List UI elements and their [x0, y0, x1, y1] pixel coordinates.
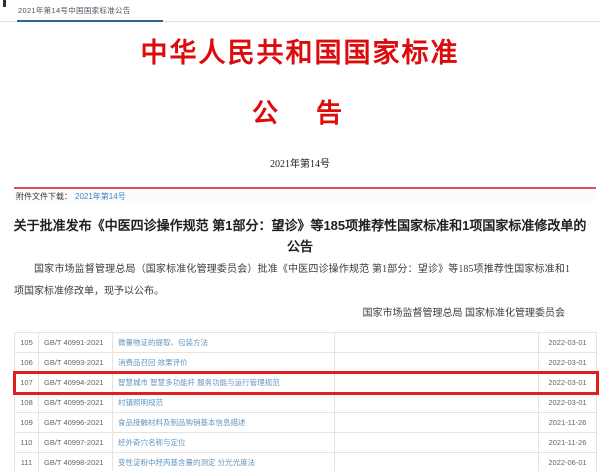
row-number-cell: 110	[15, 433, 39, 453]
implementation-date-cell: 2022-03-01	[539, 393, 597, 413]
standard-name-link[interactable]: 变性淀粉中羟丙基含量的测定 分光光度法	[113, 453, 335, 471]
standard-name-link[interactable]: 智慧城市 智慧多功能杆 服务功能与运行管理规范	[113, 373, 335, 393]
table-row: 109GB/T 40996-2021食品接触材料及制品购销基本信息描述 2021-…	[15, 413, 597, 433]
standard-code-cell: GB/T 40996-2021	[39, 413, 113, 433]
implementation-date-cell: 2022-03-01	[539, 333, 597, 353]
standard-name-link[interactable]: 村镇照明规范	[113, 393, 335, 413]
row-number-cell: 107	[15, 373, 39, 393]
standard-code-cell: GB/T 40995-2021	[39, 393, 113, 413]
implementation-date-cell: 2022-03-01	[539, 373, 597, 393]
replaced-standard-cell	[335, 413, 539, 433]
table-row: 111GB/T 40998-2021变性淀粉中羟丙基含量的测定 分光光度法 202…	[15, 453, 597, 471]
tab-active-underline	[17, 20, 163, 22]
replaced-standard-cell	[335, 373, 539, 393]
doc-number: 2021年第14号	[0, 155, 600, 170]
implementation-date-cell: 2022-03-01	[539, 353, 597, 373]
standard-name-link[interactable]: 消费品召回 效果评价	[113, 353, 335, 373]
doc-title-line2: 公 告	[0, 93, 600, 130]
table-row: 108GB/T 40995-2021村镇照明规范 2022-03-01	[15, 393, 597, 413]
replaced-standard-cell	[335, 333, 539, 353]
replaced-standard-cell	[335, 453, 539, 471]
attachment-label: 附件文件下载：	[16, 192, 72, 201]
notice-heading: 关于批准发布《中医四诊操作规范 第1部分：望诊》等185项推荐性国家标准和1项国…	[12, 216, 588, 258]
table-row: 106GB/T 40993-2021消费品召回 效果评价 2022-03-01	[15, 353, 597, 373]
standards-table-body: 105GB/T 40991-2021微量物证的提取、包装方法 2022-03-01…	[15, 333, 597, 471]
notice-body-paragraph: 国家市场监督管理总局（国家标准化管理委员会）批准《中医四诊操作规范 第1部分：望…	[14, 259, 570, 303]
attachment-download-link[interactable]: 2021年第14号	[75, 192, 126, 201]
corner-mark	[3, 0, 6, 7]
standard-code-cell: GB/T 40998-2021	[39, 453, 113, 471]
issuer-signature: 国家市场监督管理总局 国家标准化管理委员会	[363, 304, 566, 319]
standard-name-link[interactable]: 经外奇穴名称与定位	[113, 433, 335, 453]
attachment-bar: 附件文件下载：2021年第14号	[14, 187, 596, 203]
tab-announcement-title[interactable]: 2021年第14号中国国家标准公告	[18, 5, 131, 16]
row-number-cell: 111	[15, 453, 39, 471]
row-number-cell: 106	[15, 353, 39, 373]
standard-code-cell: GB/T 40994-2021	[39, 373, 113, 393]
implementation-date-cell: 2022-06-01	[539, 453, 597, 471]
standard-code-cell: GB/T 40991-2021	[39, 333, 113, 353]
doc-title-line1: 中华人民共和国国家标准	[0, 31, 600, 70]
standard-name-link[interactable]: 食品接触材料及制品购销基本信息描述	[113, 413, 335, 433]
standard-name-link[interactable]: 微量物证的提取、包装方法	[113, 333, 335, 353]
standard-code-cell: GB/T 40993-2021	[39, 353, 113, 373]
standard-code-cell: GB/T 40997-2021	[39, 433, 113, 453]
replaced-standard-cell	[335, 433, 539, 453]
table-row: 107GB/T 40994-2021智慧城市 智慧多功能杆 服务功能与运行管理规…	[15, 373, 597, 393]
row-number-cell: 105	[15, 333, 39, 353]
implementation-date-cell: 2021-11-26	[539, 413, 597, 433]
replaced-standard-cell	[335, 393, 539, 413]
replaced-standard-cell	[335, 353, 539, 373]
implementation-date-cell: 2021-11-26	[539, 433, 597, 453]
announcement-page: 2021年第14号中国国家标准公告 中华人民共和国国家标准 公 告 2021年第…	[0, 0, 600, 471]
standards-table: 105GB/T 40991-2021微量物证的提取、包装方法 2022-03-01…	[14, 332, 597, 471]
row-number-cell: 109	[15, 413, 39, 433]
table-row: 105GB/T 40991-2021微量物证的提取、包装方法 2022-03-01	[15, 333, 597, 353]
row-number-cell: 108	[15, 393, 39, 413]
table-row: 110GB/T 40997-2021经外奇穴名称与定位 2021-11-26	[15, 433, 597, 453]
